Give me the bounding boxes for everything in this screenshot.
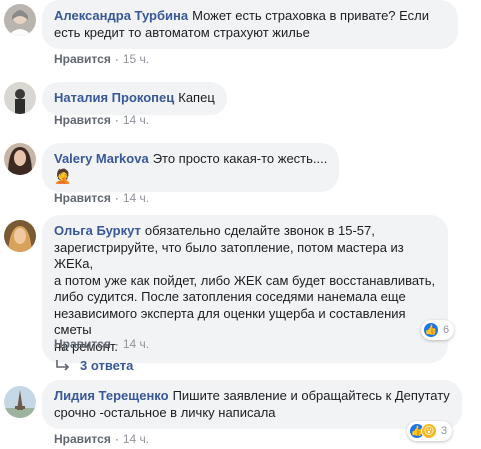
facepalm-emoji: 🤦: [54, 167, 72, 184]
reply-arrow-icon: [56, 359, 70, 371]
comment-text-line: а потом уже как пойдет, либо ЖЕК сам буд…: [54, 272, 436, 288]
view-replies-link[interactable]: 3 ответа: [54, 358, 133, 373]
reactions-badge[interactable]: 👍 😮 3: [407, 421, 453, 441]
like-link[interactable]: Нравится: [54, 113, 111, 127]
like-link[interactable]: Нравится: [54, 337, 111, 351]
comment-author[interactable]: Лидия Терещенко: [54, 388, 169, 403]
separator-dot: ·: [114, 113, 119, 127]
comment-author[interactable]: Ольга Буркут: [54, 223, 141, 238]
avatar[interactable]: [4, 4, 36, 36]
avatar[interactable]: [4, 220, 36, 252]
comment-bubble: Лидия Терещенко Пишите заявление и обраща…: [42, 380, 462, 429]
avatar[interactable]: [4, 386, 36, 418]
comment-bubble: Наталия Прокопец Капец: [42, 82, 227, 115]
comment-actions: Нравится · 14 ч.: [54, 336, 149, 352]
comment-time[interactable]: 15 ч.: [123, 52, 149, 66]
comment-text-line: зарегистрируйте, что было затопление, по…: [54, 239, 404, 272]
like-link[interactable]: Нравится: [54, 432, 111, 446]
like-link[interactable]: Нравится: [54, 191, 111, 205]
separator-dot: ·: [114, 191, 119, 205]
comment-text-line: срочно -остальное в личку написала: [54, 404, 276, 420]
comment-text-line: независимого эксперта для оценки ущерба …: [54, 305, 406, 338]
comment-bubble: Valery Markova Это просто какая-то жесть.…: [42, 143, 340, 192]
comment-actions: Нравится · 14 ч.: [54, 112, 149, 128]
reaction-count: 3: [441, 425, 448, 437]
comment-time[interactable]: 14 ч.: [123, 432, 149, 446]
avatar[interactable]: [4, 82, 36, 114]
comment-actions: Нравится · 15 ч.: [54, 51, 149, 67]
separator-dot: ·: [114, 432, 119, 446]
comment-bubble: Александра Турбина Может есть страховка в…: [42, 0, 458, 49]
comment-actions: Нравится · 14 ч.: [54, 190, 149, 206]
replies-count-label[interactable]: 3 ответа: [80, 358, 133, 373]
comment-text-line: Пишите заявление и обращайтесь к Депутат…: [172, 388, 450, 403]
thumbs-up-icon: 👍: [423, 322, 439, 338]
comment-text-line: Может есть страховка в привате? Если: [192, 8, 430, 23]
comment-text-line: есть кредит то автоматом страхуют жилье: [54, 24, 310, 40]
comment-actions: Нравится · 14 ч.: [54, 431, 149, 447]
comment-text-line: либо судится. После затопления соседями …: [54, 289, 406, 304]
comment-time[interactable]: 14 ч.: [123, 191, 149, 205]
reactions-badge[interactable]: 👍 6: [421, 320, 455, 340]
comment-text-line: Капец: [178, 90, 215, 105]
separator-dot: ·: [114, 52, 119, 66]
comment-author[interactable]: Valery Markova: [54, 151, 149, 166]
comment-time[interactable]: 14 ч.: [123, 337, 149, 351]
reaction-count: 6: [443, 324, 450, 336]
wow-icon: 😮: [421, 423, 437, 439]
comment-time[interactable]: 14 ч.: [123, 113, 149, 127]
comment-author[interactable]: Александра Турбина: [54, 8, 188, 23]
comment-text-line: Это просто какая-то жесть....: [152, 151, 328, 166]
like-link[interactable]: Нравится: [54, 52, 111, 66]
separator-dot: ·: [114, 337, 119, 351]
comment-author[interactable]: Наталия Прокопец: [54, 90, 174, 105]
comment-text-line: обязательно сделайте звонок в 15-57,: [144, 223, 375, 238]
avatar[interactable]: [4, 143, 36, 175]
